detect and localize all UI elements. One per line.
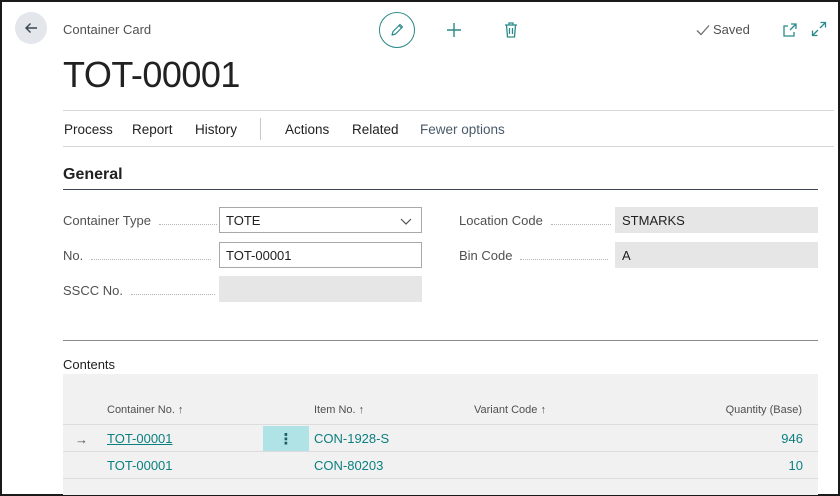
leader-dots [91, 259, 212, 260]
saved-label: Saved [713, 22, 750, 37]
sscc-no-field [219, 276, 422, 302]
container-type-value: TOTE [226, 212, 261, 228]
column-header-variant-code[interactable]: Variant Code ↑ [474, 404, 546, 416]
saved-status: Saved [696, 22, 750, 37]
action-actions[interactable]: Actions [285, 122, 329, 137]
action-report[interactable]: Report [132, 122, 173, 137]
no-label: No. [63, 248, 212, 263]
open-in-new-window-button[interactable] [781, 21, 799, 39]
new-button[interactable] [444, 20, 464, 40]
no-value: TOT-00001 [226, 247, 292, 263]
page-title: TOT-00001 [63, 54, 240, 95]
chevron-down-icon [400, 218, 412, 225]
sscc-no-label: SSCC No. [63, 283, 215, 298]
page-caption: Container Card [63, 22, 152, 37]
action-bar: Process Report History Actions Related F… [63, 110, 834, 147]
location-code-value: STMARKS [622, 212, 685, 228]
location-code-label: Location Code [459, 213, 611, 228]
row-1-container-no[interactable]: TOT-00001 [107, 431, 173, 446]
leader-dots [520, 259, 609, 260]
container-type-label-text: Container Type [63, 213, 151, 228]
row-actions-menu-button[interactable]: ⋮ [263, 426, 309, 452]
bin-code-label: Bin Code [459, 248, 609, 263]
column-header-quantity-base[interactable]: Quantity (Base) [722, 404, 802, 416]
grid-row-line [63, 478, 818, 479]
row-1-quantity[interactable]: 946 [723, 431, 803, 446]
grid-row-line [63, 451, 818, 452]
row-2-container-no[interactable]: TOT-00001 [107, 458, 173, 473]
action-process[interactable]: Process [64, 122, 113, 137]
leader-dots [550, 224, 611, 225]
container-type-select[interactable]: TOTE [219, 207, 422, 233]
bin-code-label-text: Bin Code [459, 248, 513, 263]
contents-grid [63, 374, 818, 495]
back-arrow-icon [25, 23, 37, 33]
action-history[interactable]: History [195, 122, 237, 137]
edit-button[interactable] [379, 12, 415, 48]
general-section-title[interactable]: General [63, 166, 123, 184]
check-icon [696, 24, 710, 35]
open-new-window-icon [783, 23, 797, 37]
section-divider [63, 189, 818, 190]
container-type-label: Container Type [63, 213, 217, 228]
plus-icon [447, 23, 461, 37]
page-frame: Container Card Saved TOT-00001 Process R… [0, 0, 840, 496]
no-field[interactable]: TOT-00001 [219, 242, 422, 268]
action-separator [260, 118, 261, 140]
leader-dots [158, 224, 217, 225]
row-2-quantity[interactable]: 10 [723, 458, 803, 473]
expand-icon [811, 21, 827, 37]
no-label-text: No. [63, 248, 84, 263]
trash-icon [505, 22, 517, 38]
column-header-item-no[interactable]: Item No. ↑ [314, 404, 364, 416]
expand-button[interactable] [810, 20, 828, 38]
column-header-container-no[interactable]: Container No. ↑ [107, 404, 183, 416]
back-button[interactable] [15, 12, 47, 44]
bin-code-field: A [615, 242, 818, 268]
grid-header-line [63, 424, 818, 425]
row-1-item-no[interactable]: CON-1928-S [314, 431, 389, 446]
delete-button[interactable] [501, 20, 521, 40]
action-related[interactable]: Related [352, 122, 399, 137]
row-2-item-no[interactable]: CON-80203 [314, 458, 383, 473]
contents-title: Contents [63, 357, 116, 372]
contents-divider [63, 340, 818, 341]
leader-dots [130, 294, 215, 295]
more-vertical-icon: ⋮ [278, 431, 294, 448]
location-code-label-text: Location Code [459, 213, 543, 228]
action-fewer-options[interactable]: Fewer options [420, 122, 505, 137]
location-code-field: STMARKS [615, 207, 818, 233]
current-row-arrow-icon: → [75, 432, 88, 447]
edit-pencil-icon [391, 23, 404, 36]
sscc-no-label-text: SSCC No. [63, 283, 123, 298]
bin-code-value: A [622, 247, 631, 263]
